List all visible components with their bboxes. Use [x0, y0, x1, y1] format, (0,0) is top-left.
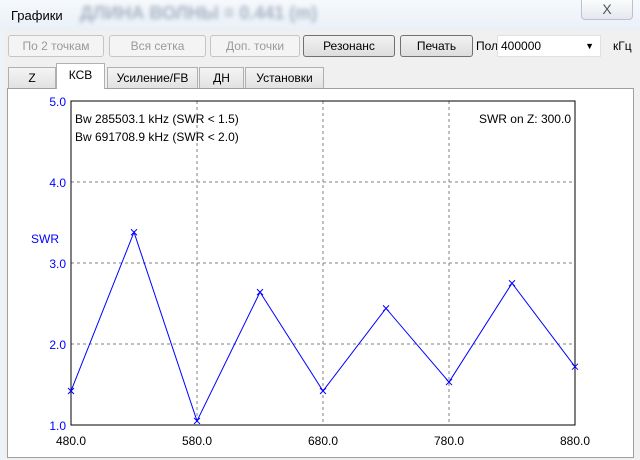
- data-point-marker: [256, 288, 264, 296]
- data-point-marker: [382, 305, 390, 312]
- data-point-marker: [193, 417, 201, 425]
- x-tick-label: 480.0: [56, 434, 86, 448]
- data-point-marker: [130, 228, 138, 236]
- y-tick-label: 2.0: [49, 338, 66, 352]
- y-tick-label: 1.0: [49, 419, 66, 433]
- y-axis-label: SWR: [31, 232, 59, 246]
- tab-swr[interactable]: КСВ: [56, 63, 105, 89]
- x-tick-label: 580.0: [182, 434, 212, 448]
- y-tick-label: 5.0: [49, 95, 66, 109]
- y-tick-label: 3.0: [49, 257, 66, 271]
- y-tick-label: 4.0: [49, 176, 66, 190]
- swr-series-line: [70, 230, 576, 423]
- x-tick-label: 680.0: [308, 434, 338, 448]
- annotation-swr-on-z: SWR on Z: 300.0: [479, 112, 571, 126]
- annotation-bw-20: Bw 691708.9 kHz (SWR < 2.0): [75, 130, 239, 144]
- annotation-bw-15: Bw 285503.1 kHz (SWR < 1.5): [75, 112, 239, 126]
- data-point-marker: [319, 387, 327, 395]
- data-point-marker: [508, 279, 516, 287]
- x-tick-label: 880.0: [560, 434, 590, 448]
- x-tick-label: 780.0: [434, 434, 464, 448]
